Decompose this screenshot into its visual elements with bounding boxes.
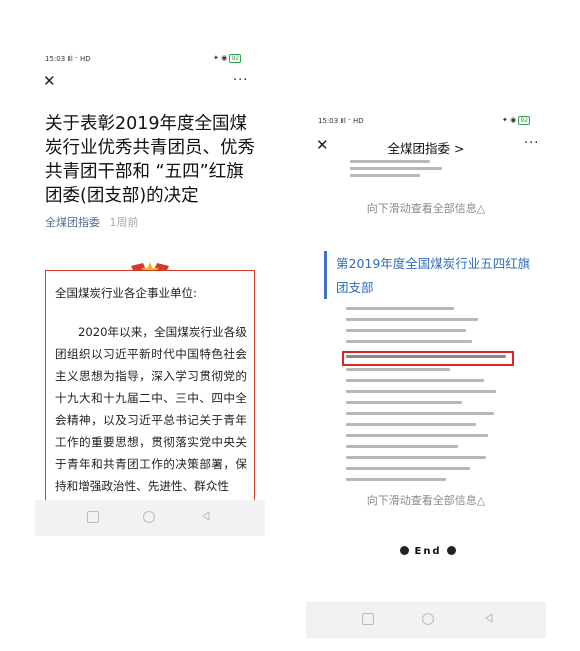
end-right-icon bbox=[447, 546, 457, 555]
author-line: 全煤团指委 1周前 bbox=[45, 214, 139, 230]
status-icons: ✦ ◉ bbox=[502, 116, 517, 124]
system-nav-bar-left bbox=[35, 500, 265, 536]
document-body: 2020年以来，全国煤炭行业各级团组织以习近平新时代中国特色社会主义思想为指导，… bbox=[55, 325, 247, 493]
scroll-hint-bottom[interactable]: 向下滑动查看全部信息△ bbox=[306, 492, 546, 508]
battery-icon: 92 bbox=[229, 54, 242, 63]
list-item bbox=[346, 329, 466, 332]
author-link[interactable]: 全煤团指委 bbox=[45, 216, 100, 229]
more-icon[interactable]: ··· bbox=[524, 136, 539, 151]
list-item bbox=[346, 434, 488, 437]
list-item bbox=[346, 368, 450, 371]
section-heading: 第2019年度全国煤炭行业五四红旗团支部 bbox=[336, 256, 531, 295]
document-heading: 全国煤炭行业各企事业单位: bbox=[55, 286, 197, 300]
status-bar-left: 15:03 Ⅱl ᐨ HD bbox=[45, 55, 91, 63]
list-item bbox=[346, 445, 458, 448]
more-icon[interactable]: ··· bbox=[233, 73, 248, 88]
circle-icon[interactable] bbox=[143, 511, 155, 523]
end-label: End bbox=[414, 546, 442, 557]
system-nav-bar-right bbox=[306, 602, 546, 638]
back-triangle-icon[interactable] bbox=[201, 511, 211, 521]
end-marker: End bbox=[400, 546, 457, 557]
status-bar-right: 15:03 Ⅱl ᐨ HD bbox=[318, 117, 364, 125]
circle-icon[interactable] bbox=[422, 613, 434, 625]
battery-icon: 92 bbox=[518, 116, 531, 125]
square-icon[interactable] bbox=[362, 613, 374, 625]
list-item bbox=[346, 467, 470, 470]
article-title: 关于表彰2019年度全国煤炭行业优秀共青团员、优秀共青团干部和 “五四”红旗团委… bbox=[45, 114, 255, 206]
close-icon[interactable]: ✕ bbox=[43, 72, 56, 90]
end-left-icon bbox=[400, 546, 409, 555]
status-icons-right: ✦ ◉ 92 bbox=[502, 116, 531, 125]
publish-time: 1周前 bbox=[109, 216, 139, 229]
list-item bbox=[346, 307, 454, 310]
list-item bbox=[346, 390, 496, 393]
status-time: 15:03 bbox=[318, 117, 339, 125]
list-item bbox=[346, 340, 472, 343]
list-item bbox=[346, 318, 478, 321]
status-icons-left: ✦ ◉ 92 bbox=[213, 54, 242, 63]
list-item bbox=[346, 412, 494, 415]
scroll-hint-top[interactable]: 向下滑动查看全部信息△ bbox=[306, 200, 546, 216]
list-item bbox=[346, 423, 476, 426]
section-accent-bar bbox=[324, 251, 327, 299]
highlight-box bbox=[342, 351, 514, 366]
back-triangle-icon[interactable] bbox=[484, 613, 494, 623]
list-item bbox=[346, 401, 462, 404]
phone-screen-right: 15:03 Ⅱl ᐨ HD ✦ ◉ 92 ✕ 全煤团指委 > ··· 向下滑动查… bbox=[306, 110, 546, 638]
document-card: 全国煤炭行业各企事业单位: 2020年以来，全国煤炭行业各级团组织以习近平新时代… bbox=[45, 270, 255, 533]
status-signal: Ⅱl ᐨ HD bbox=[340, 117, 364, 125]
list-item bbox=[346, 478, 446, 481]
status-time: 15:03 bbox=[45, 55, 66, 63]
status-icons: ✦ ◉ bbox=[213, 54, 228, 62]
square-icon[interactable] bbox=[87, 511, 99, 523]
account-title-link[interactable]: 全煤团指委 > bbox=[306, 138, 546, 157]
phone-screen-left: 15:03 Ⅱl ᐨ HD ✦ ◉ 92 ✕ ··· 关于表彰2019年度全国煤… bbox=[35, 48, 265, 536]
list-item bbox=[346, 379, 484, 382]
list-item bbox=[346, 456, 486, 459]
status-signal: Ⅱl ᐨ HD bbox=[67, 55, 91, 63]
